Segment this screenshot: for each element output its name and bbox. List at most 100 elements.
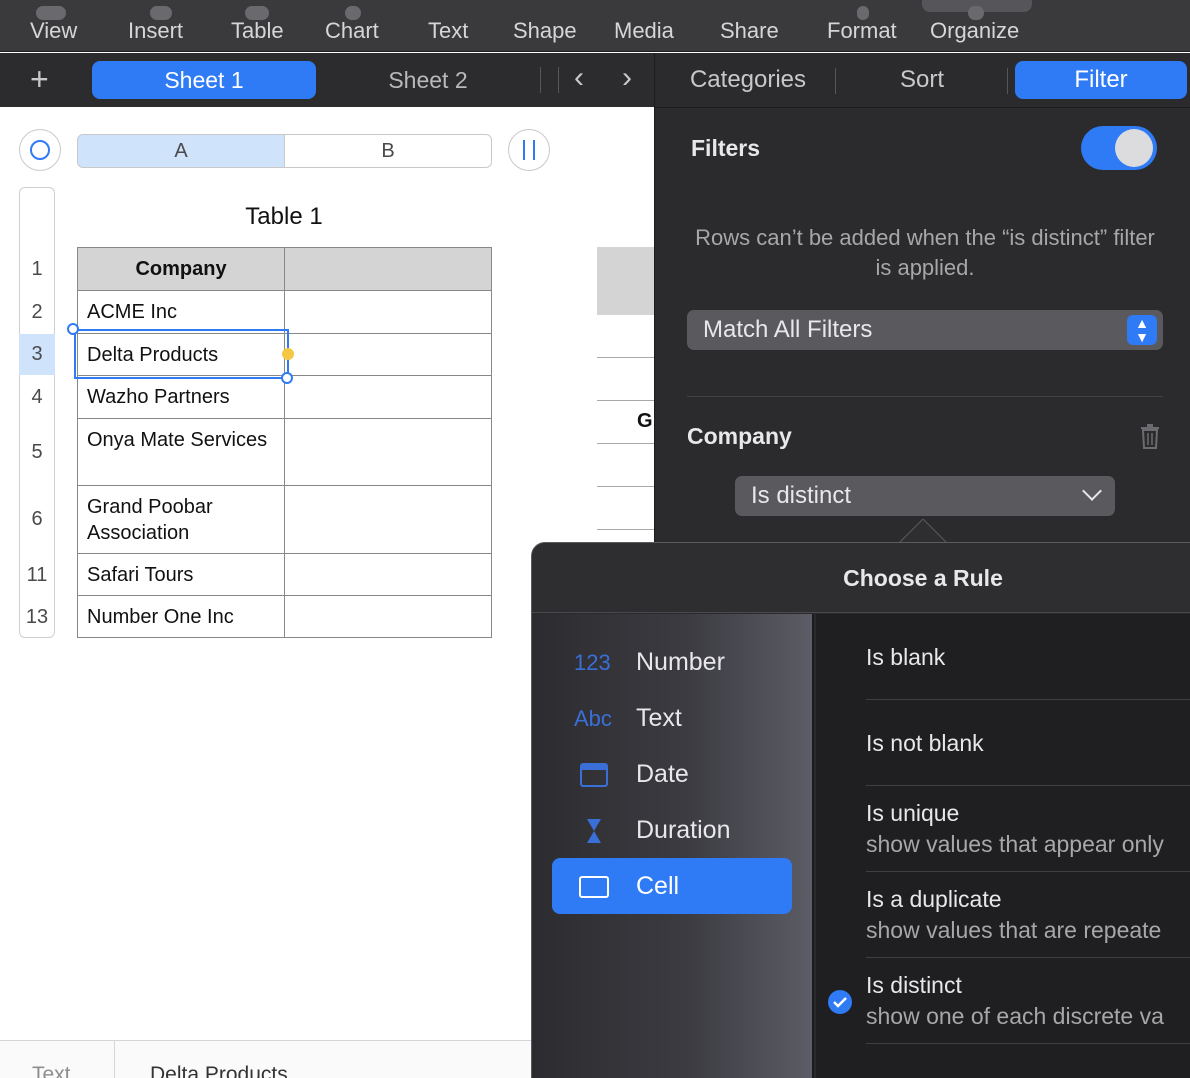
selection-handle-bottom-right[interactable] <box>281 372 293 384</box>
table-cell[interactable] <box>285 486 492 553</box>
table-cell[interactable]: Safari Tours <box>78 554 285 595</box>
header-cell-empty[interactable] <box>285 248 492 290</box>
formula-divider <box>114 1041 115 1078</box>
rule-select[interactable]: Is distinct <box>735 476 1115 516</box>
view-icon <box>36 6 66 20</box>
rule-separator <box>866 699 1190 700</box>
rule-separator <box>866 1043 1190 1044</box>
tab-divider <box>1007 68 1008 94</box>
tab-sort[interactable]: Sort <box>849 61 995 99</box>
toolbar-share[interactable]: Share <box>720 18 779 46</box>
category-duration[interactable]: Duration <box>552 802 792 858</box>
tab-divider <box>540 67 541 93</box>
toolbar-organize[interactable]: Organize <box>930 6 1019 46</box>
trash-icon[interactable] <box>1139 423 1161 449</box>
selection-handle-top-left[interactable] <box>67 323 79 335</box>
table-cell[interactable] <box>285 419 492 485</box>
table-cell[interactable] <box>285 376 492 418</box>
column-header-a[interactable]: A <box>77 134 285 168</box>
toolbar-text[interactable]: Text <box>428 18 468 46</box>
toolbar-insert[interactable]: Insert <box>128 6 183 46</box>
tab-sheet-2[interactable]: Sheet 2 <box>320 61 536 99</box>
toolbar-media[interactable]: Media <box>614 18 674 46</box>
pause-column-button[interactable] <box>508 129 550 171</box>
rule-is-a-duplicate[interactable]: Is a duplicate show values that are repe… <box>866 886 1190 944</box>
table-title[interactable]: Table 1 <box>77 203 491 231</box>
column-header-b[interactable]: B <box>284 134 492 168</box>
choose-rule-popover: Choose a Rule 123 Number Abc Text Date D… <box>531 542 1190 1078</box>
rule-select-value: Is distinct <box>751 482 852 509</box>
category-date[interactable]: Date <box>552 746 792 802</box>
second-table-fragment[interactable]: G <box>597 247 654 547</box>
table-cell[interactable]: Grand Poobar Association <box>78 486 285 553</box>
next-sheet-button[interactable]: › <box>622 61 632 95</box>
cell-type-label: Text <box>32 1063 71 1078</box>
tab-categories[interactable]: Categories <box>673 61 823 99</box>
cell-value[interactable]: Delta Products <box>150 1063 288 1078</box>
row-line <box>597 443 654 444</box>
table-cell[interactable] <box>285 291 492 333</box>
table-cell[interactable]: Wazho Partners <box>78 376 285 418</box>
panel-tab-rule <box>655 107 1190 108</box>
row-line <box>597 486 654 487</box>
select-table-button[interactable] <box>19 129 61 171</box>
popover-title: Choose a Rule <box>843 565 1003 591</box>
rule-is-not-blank[interactable]: Is not blank <box>866 730 1190 757</box>
table-cell[interactable]: ACME Inc <box>78 291 285 333</box>
table-cell[interactable]: Onya Mate Services <box>78 419 285 485</box>
toggle-knob <box>1115 129 1153 167</box>
second-table-text: G <box>637 410 653 432</box>
table-cell[interactable] <box>285 554 492 595</box>
row-number[interactable]: 11 <box>19 564 55 587</box>
toolbar-format[interactable]: Format <box>827 6 897 46</box>
toolbar-table[interactable]: Table <box>231 6 284 46</box>
toolbar-chart[interactable]: Chart <box>325 6 379 46</box>
match-filters-value: Match All Filters <box>703 316 873 343</box>
row-line <box>597 529 654 530</box>
rule-is-unique[interactable]: Is unique show values that appear only <box>866 800 1190 858</box>
category-number[interactable]: 123 Number <box>552 634 792 690</box>
table-cell[interactable] <box>285 596 492 637</box>
row-number[interactable]: 1 <box>19 258 55 281</box>
row-number[interactable]: 6 <box>19 508 55 531</box>
rule-is-blank[interactable]: Is blank <box>866 644 1190 671</box>
column-handle-icon <box>523 140 535 160</box>
second-table-header <box>597 247 654 315</box>
popover-arrow <box>898 519 948 544</box>
text-icon: Abc <box>574 706 612 731</box>
rule-list: Is blank Is not blank Is unique show val… <box>816 614 1190 1078</box>
panel-separator <box>687 396 1163 397</box>
add-sheet-button[interactable]: + <box>30 61 49 98</box>
number-icon: 123 <box>574 650 611 675</box>
category-text[interactable]: Abc Text <box>552 690 792 746</box>
row-number[interactable]: 4 <box>19 386 55 409</box>
autofill-handle[interactable] <box>282 348 294 360</box>
table-cell[interactable] <box>285 334 492 375</box>
row-number[interactable]: 5 <box>19 441 55 464</box>
match-filters-select[interactable]: Match All Filters ▲ ▼ <box>687 310 1163 350</box>
rule-is-distinct[interactable]: Is distinct show one of each discrete va <box>866 972 1190 1030</box>
filter-note: Rows can’t be added when the “is distinc… <box>695 225 1155 280</box>
table-cell[interactable]: Number One Inc <box>78 596 285 637</box>
chart-icon <box>345 6 361 20</box>
hourglass-icon <box>587 819 601 843</box>
table-icon <box>245 6 269 20</box>
row-line <box>597 400 654 401</box>
tab-filter[interactable]: Filter <box>1015 61 1187 99</box>
toolbar-shape[interactable]: Shape <box>513 18 577 46</box>
cell-icon <box>579 876 609 898</box>
category-cell[interactable]: Cell <box>552 858 792 914</box>
row-number-selected[interactable]: 3 <box>19 334 55 375</box>
filters-toggle[interactable] <box>1081 126 1157 170</box>
sheet-tab-bar: + Sheet 1 Sheet 2 ‹ › <box>0 53 654 107</box>
table-grid: Company ACME Inc Delta Products Wazho Pa… <box>77 247 492 638</box>
previous-sheet-button[interactable]: ‹ <box>574 61 584 95</box>
toolbar-view[interactable]: View <box>30 6 77 46</box>
tab-sheet-1[interactable]: Sheet 1 <box>92 61 316 99</box>
row-number[interactable]: 13 <box>19 606 55 629</box>
chevron-down-icon <box>1082 481 1102 501</box>
select-circle-icon <box>30 140 50 160</box>
row-number[interactable]: 2 <box>19 301 55 324</box>
header-cell-company[interactable]: Company <box>78 248 285 290</box>
format-icon <box>857 6 869 20</box>
